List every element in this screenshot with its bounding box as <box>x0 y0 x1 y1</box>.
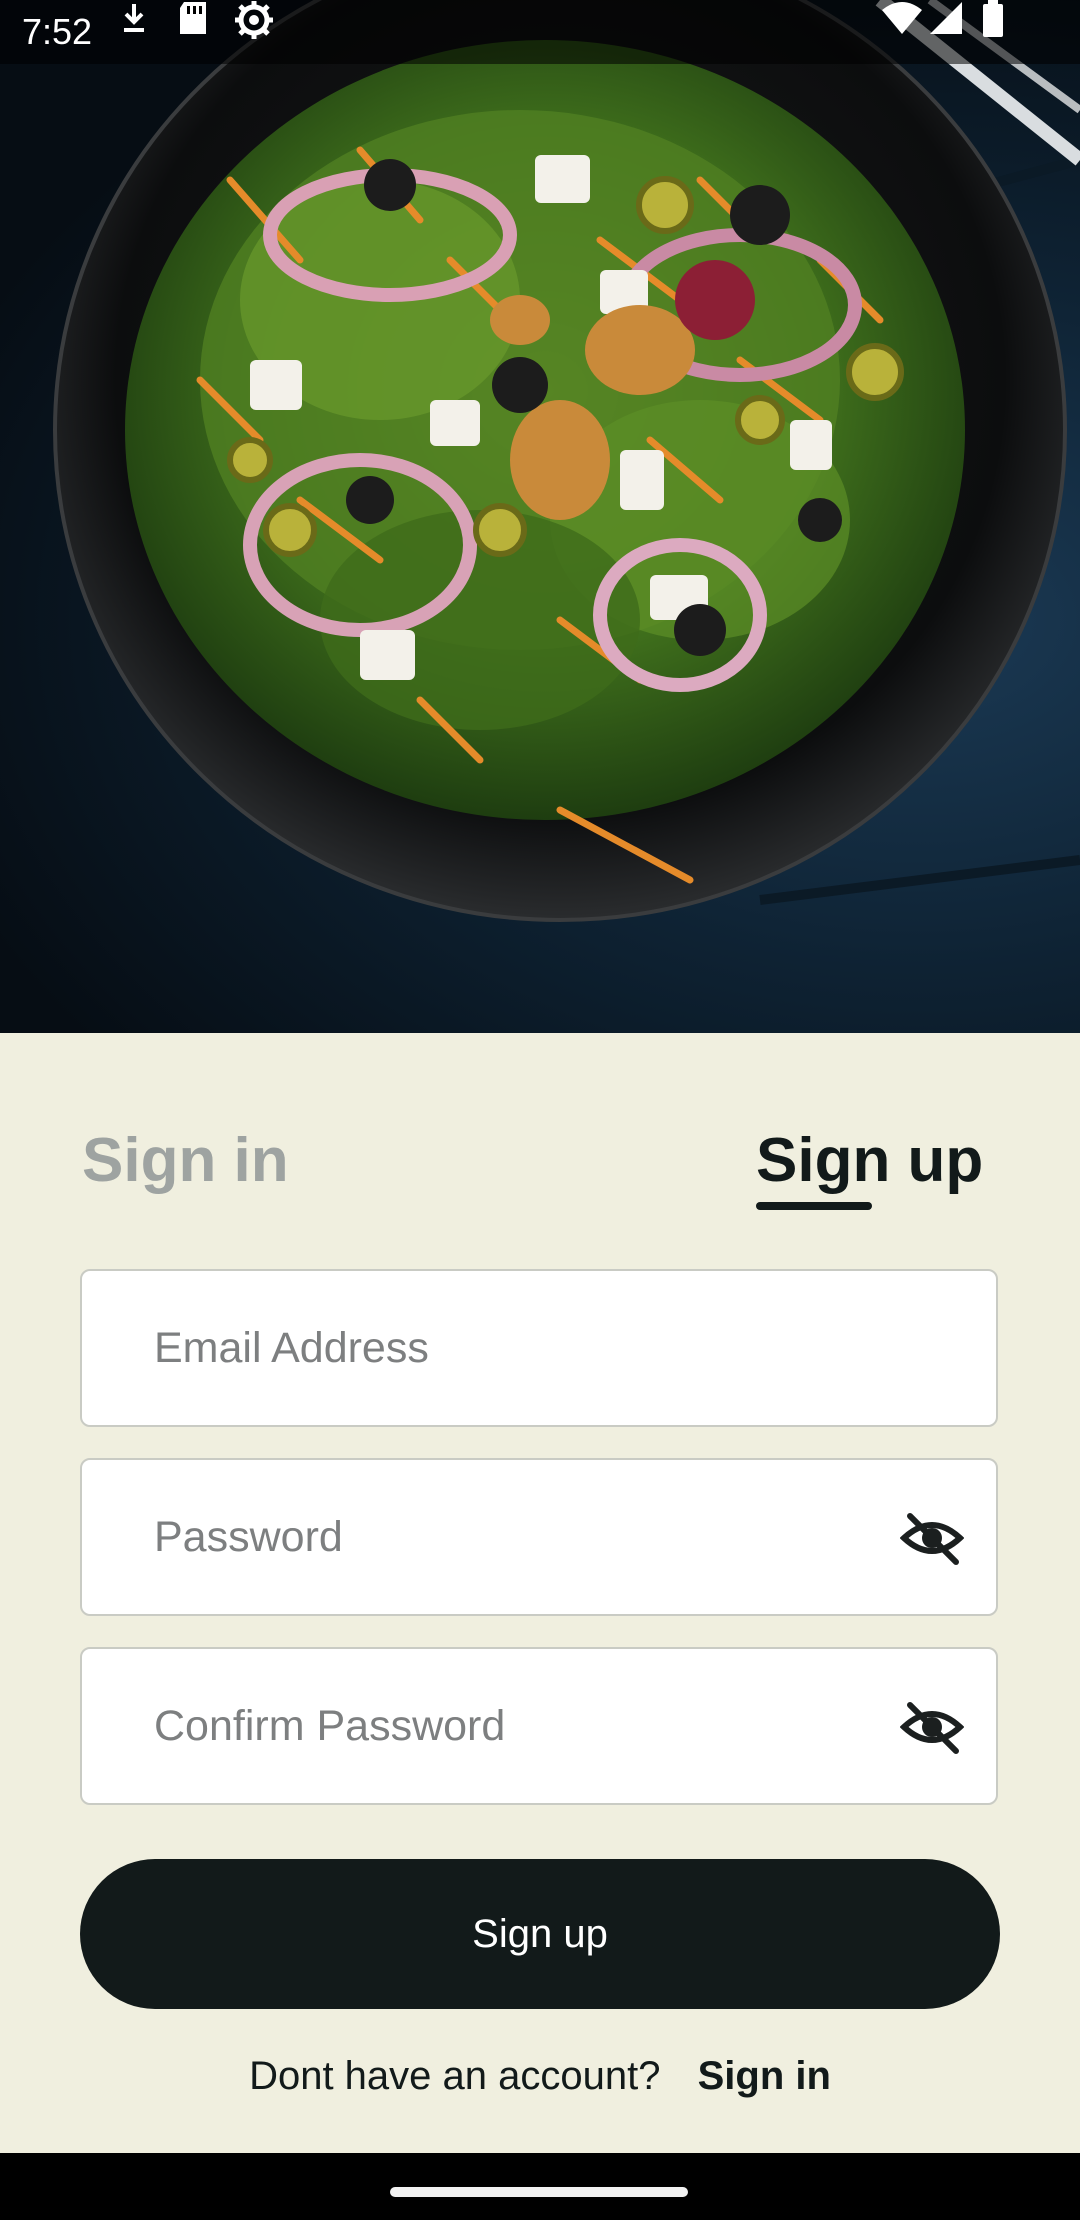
sign-up-button[interactable]: Sign up <box>80 1859 1000 2009</box>
footer-prompt-text: Dont have an account? <box>249 2054 661 2098</box>
footer-prompt: Dont have an account? Sign in <box>0 2051 1080 2101</box>
password-field[interactable] <box>80 1458 998 1616</box>
eye-off-icon[interactable] <box>900 1510 964 1566</box>
download-indicator-icon <box>124 4 144 32</box>
sign-in-link[interactable]: Sign in <box>698 2054 831 2098</box>
confirm-password-input[interactable] <box>154 1649 914 1803</box>
email-input[interactable] <box>154 1271 914 1425</box>
home-gesture-handle[interactable] <box>390 2187 688 2197</box>
email-field[interactable] <box>80 1269 998 1427</box>
settings-gear-icon <box>235 1 273 39</box>
confirm-password-field[interactable] <box>80 1647 998 1805</box>
wifi-icon <box>882 2 922 34</box>
sd-card-icon <box>180 2 206 34</box>
eye-off-icon[interactable] <box>900 1699 964 1755</box>
password-input[interactable] <box>154 1460 914 1614</box>
battery-icon <box>983 0 1003 37</box>
salad-hero-image: 7:52 <box>0 0 1080 1033</box>
app-screen: 7:52 Sign in Sign up Email Address Sign … <box>0 0 1080 2220</box>
status-bar: 7:52 <box>0 0 1080 64</box>
salad-bowl-illustration <box>53 0 1080 922</box>
active-tab-indicator <box>756 1202 872 1210</box>
tab-sign-in[interactable]: Sign in <box>82 1121 289 1201</box>
cell-signal-icon <box>930 2 962 34</box>
system-nav-bar <box>0 2153 1080 2220</box>
status-time: 7:52 <box>22 11 93 52</box>
auth-panel: Sign in Sign up Sign up Dont have an a <box>0 1033 1080 2153</box>
tab-sign-up[interactable]: Sign up <box>756 1121 983 1201</box>
